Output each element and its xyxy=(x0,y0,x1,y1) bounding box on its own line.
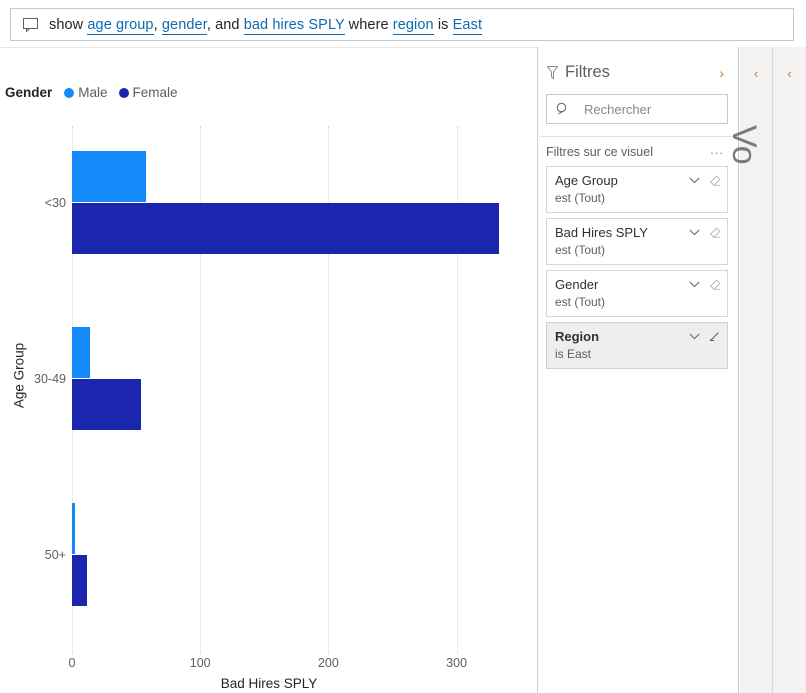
filter-card-bad-hires-sply[interactable]: Bad Hires SPLY est (Tout) xyxy=(546,218,728,265)
filter-card-icons xyxy=(689,278,721,291)
search-icon xyxy=(556,102,567,115)
qna-query-bar[interactable]: show age group, gender, and bad hires SP… xyxy=(10,8,794,41)
expand-collapsed-filters-button[interactable]: ‹ xyxy=(754,67,758,80)
filter-card-header: Gender xyxy=(555,277,721,292)
x-axis-tick-label: 200 xyxy=(317,656,339,670)
eraser-icon[interactable] xyxy=(709,174,721,187)
bar-female-<30[interactable] xyxy=(72,203,499,254)
filters-section-header: Filtres sur ce visuel ... xyxy=(539,137,738,163)
filter-card-icons xyxy=(689,331,721,343)
filter-card-value: est (Tout) xyxy=(555,295,606,309)
y-axis-tick-label: <30 xyxy=(44,196,66,210)
y-axis-tick-label: 30-49 xyxy=(34,372,66,386)
filter-card-header: Age Group xyxy=(555,173,721,188)
qna-entity-token[interactable]: East xyxy=(452,16,483,35)
filter-card-icons xyxy=(689,174,721,187)
filter-card-title: Bad Hires SPLY xyxy=(555,225,648,240)
filters-pane: Filtres › Filtres sur ce visuel ... Age … xyxy=(539,47,739,693)
qna-plain-token: show xyxy=(49,16,88,33)
filters-search-box[interactable] xyxy=(546,94,728,124)
x-axis-tick-label: 100 xyxy=(189,656,211,670)
filters-section-more-button[interactable]: ... xyxy=(710,143,724,156)
qna-plain-token: where xyxy=(344,16,393,33)
y-axis-tick-label: 50+ xyxy=(44,548,66,562)
filter-card-value: is East xyxy=(555,347,592,361)
filter-card-header: Region xyxy=(555,329,721,344)
qna-entity-token[interactable]: region xyxy=(392,16,434,35)
filter-card-list: Age Group est (Tout) Bad Hires SPLY est (To… xyxy=(539,166,738,369)
y-axis-ticks: <30 30-49 50+ xyxy=(0,126,66,654)
legend-label-male: Male xyxy=(78,85,108,100)
x-axis-tick-label: 300 xyxy=(446,656,468,670)
chart-legend: Gender Male Female xyxy=(5,85,189,100)
bar-male-<30[interactable] xyxy=(72,151,147,202)
qna-query-text: show age group, gender, and bad hires SP… xyxy=(49,16,483,35)
chart-visual[interactable]: Gender Male Female <30 30-49 50+ Age Group… xyxy=(0,47,538,693)
filter-card-title: Region xyxy=(555,329,600,344)
legend-swatch-female xyxy=(118,87,129,98)
legend-label-female: Female xyxy=(132,85,178,100)
qna-plain-token: is xyxy=(433,16,453,33)
qna-plain-token: , xyxy=(153,16,162,33)
filters-pane-header: Filtres › xyxy=(539,47,738,90)
funnel-icon xyxy=(547,66,558,79)
x-axis-tick-label: 0 xyxy=(68,656,76,670)
filter-card-region[interactable]: Region is East xyxy=(546,322,728,369)
filter-card-value: est (Tout) xyxy=(555,191,606,205)
chevron-down-icon[interactable] xyxy=(689,333,700,340)
qna-entity-token[interactable]: age group xyxy=(87,16,154,35)
filters-section-label: Filtres sur ce visuel xyxy=(546,145,653,159)
x-axis-ticks: 0 100 200 300 xyxy=(68,656,472,676)
chevron-down-icon[interactable] xyxy=(689,229,700,236)
filter-card-header: Bad Hires SPLY xyxy=(555,225,721,240)
expand-filters-pane-button[interactable]: › xyxy=(719,66,724,80)
legend-item-male[interactable]: Male xyxy=(64,85,108,100)
filter-card-value: est (Tout) xyxy=(555,243,606,257)
y-axis-title: Age Group xyxy=(11,342,27,409)
filters-pane-title: Filtres xyxy=(565,63,610,81)
chevron-down-icon[interactable] xyxy=(689,177,700,184)
bar-male-30-49[interactable] xyxy=(72,327,90,378)
chat-bubble-icon xyxy=(23,17,38,32)
filters-search-input[interactable] xyxy=(582,100,706,118)
plot-area xyxy=(72,126,499,654)
bar-female-30-49[interactable] xyxy=(72,379,142,430)
visualizations-panel-label: Vo xyxy=(725,125,763,165)
legend-item-female[interactable]: Female xyxy=(118,85,178,100)
bar-female-50+[interactable] xyxy=(72,555,88,606)
bar-male-50+[interactable] xyxy=(72,503,75,554)
chevron-down-icon[interactable] xyxy=(689,281,700,288)
x-axis-title: Bad Hires SPLY xyxy=(220,676,318,691)
qna-plain-token: , and xyxy=(206,16,244,33)
legend-swatch-male xyxy=(64,87,75,98)
filters-title-wrap: Filtres xyxy=(547,63,610,82)
filter-card-title: Gender xyxy=(555,277,599,292)
qna-entity-token[interactable]: gender xyxy=(161,16,207,35)
eraser-icon[interactable] xyxy=(709,226,721,239)
eraser-icon[interactable] xyxy=(709,278,721,291)
expand-collapsed-visualizations-button[interactable]: ‹ xyxy=(787,67,791,80)
filter-card-gender[interactable]: Gender est (Tout) xyxy=(546,270,728,317)
filter-card-age-group[interactable]: Age Group est (Tout) xyxy=(546,166,728,213)
filter-card-icons xyxy=(689,226,721,239)
filter-card-title: Age Group xyxy=(555,173,618,188)
qna-entity-token[interactable]: bad hires SPLY xyxy=(243,16,345,35)
collapsed-visualizations-panel[interactable]: ‹ Vo xyxy=(725,47,806,693)
eraser-icon[interactable] xyxy=(709,331,721,343)
legend-title: Gender xyxy=(5,85,53,100)
